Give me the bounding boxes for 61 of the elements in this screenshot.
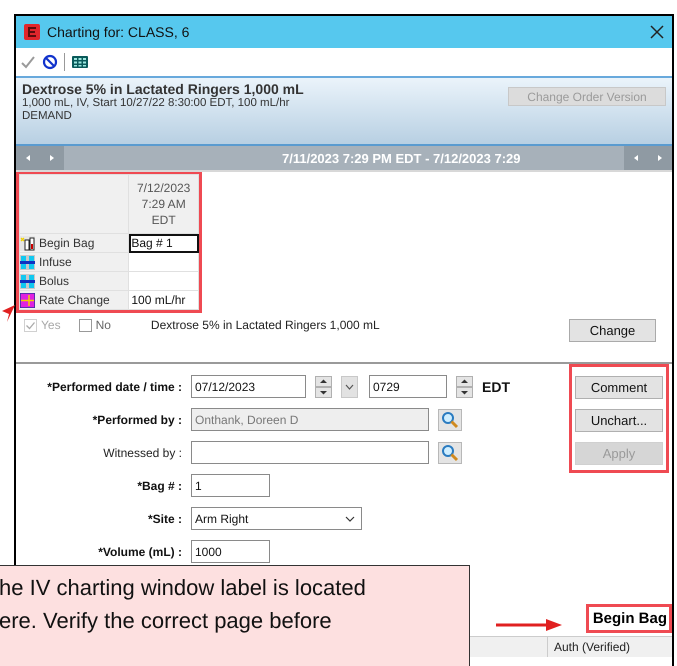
row-label: Bolus (39, 274, 70, 288)
change-button[interactable]: Change (569, 319, 656, 342)
left-arrow-icon (24, 154, 32, 162)
cancel-icon[interactable] (42, 54, 58, 70)
field-label: *Volume (mL) : (97, 544, 182, 558)
callout-text: he IV charting window label is located (0, 574, 366, 602)
grid-icon (20, 254, 35, 270)
chevron-icon (345, 384, 354, 390)
grid-icon (20, 274, 35, 288)
action-button[interactable]: Comment (575, 376, 663, 399)
grid-cell[interactable]: Bag # 1 (128, 234, 198, 252)
window-title: Charting for: CLASS, 6 (47, 24, 190, 40)
time-zone: EDT (482, 378, 510, 394)
status-text: Auth (Verified) (547, 637, 672, 657)
left-arrow-icon (632, 154, 640, 162)
right-arrow-icon (48, 154, 56, 162)
order-description: Dextrose 5% in Lactated Ringers 1,000 mL (150, 318, 381, 332)
checkbox-label: Yes (41, 318, 61, 332)
page-label: Begin Bag (586, 604, 672, 633)
order-name: Dextrose 5% in Lactated Ringers 1,000 mL (22, 81, 305, 97)
dropdown-button[interactable] (341, 376, 358, 398)
app-logo-icon (24, 24, 40, 40)
right-arrow-icon (656, 154, 664, 162)
field-label: Witnessed by : (102, 446, 182, 460)
column-heading: 7/12/2023 7:29 AM EDT (128, 174, 198, 234)
site-dropdown[interactable]: Arm Right (191, 507, 362, 530)
close-icon[interactable] (650, 25, 664, 39)
field-label: *Bag # : (136, 478, 182, 492)
order-details: 1,000 mL, IV, Start 10/27/22 8:30:00 EDT, 100 mL/hr (22, 97, 290, 110)
grid-cell[interactable] (128, 272, 198, 290)
spinner-icon[interactable] (315, 376, 332, 398)
search-button[interactable] (438, 442, 462, 464)
text-field[interactable]: 1000 (191, 540, 270, 563)
keypad-icon[interactable] (71, 55, 89, 69)
check-icon (25, 320, 36, 330)
date-range: 7/11/2023 7:29 PM EDT - 7/12/2023 7:29 (281, 150, 522, 166)
search-icon (438, 442, 462, 464)
grid-cell[interactable] (128, 252, 198, 272)
date-field[interactable]: 07/12/2023 (191, 375, 306, 398)
row-label: Rate Change (39, 293, 110, 307)
lookup-field[interactable] (191, 441, 429, 464)
search-icon (438, 408, 462, 430)
arrow (496, 619, 562, 631)
row-label: Infuse (39, 255, 72, 269)
action-button[interactable]: Unchart... (575, 409, 663, 432)
checkbox-label: No (96, 318, 111, 332)
field-label: *Site : (146, 512, 182, 526)
checkbox[interactable] (78, 318, 92, 332)
text-field[interactable]: 1 (191, 474, 270, 497)
spinner-icon[interactable] (456, 376, 473, 398)
rate-icon (20, 292, 35, 308)
arrow (0, 305, 15, 322)
time-field[interactable]: 0729 (369, 375, 447, 398)
field-label: *Performed date / time : (46, 380, 182, 394)
chevron-icon (345, 516, 355, 522)
field-label: *Performed by : (92, 412, 182, 426)
order-frequency: DEMAND (22, 110, 73, 123)
search-button[interactable] (438, 408, 462, 430)
grid-cell[interactable]: 100 mL/hr (128, 290, 198, 310)
callout-text: ere. Verify the correct page before (0, 607, 332, 635)
row-label: Begin Bag (39, 236, 94, 250)
